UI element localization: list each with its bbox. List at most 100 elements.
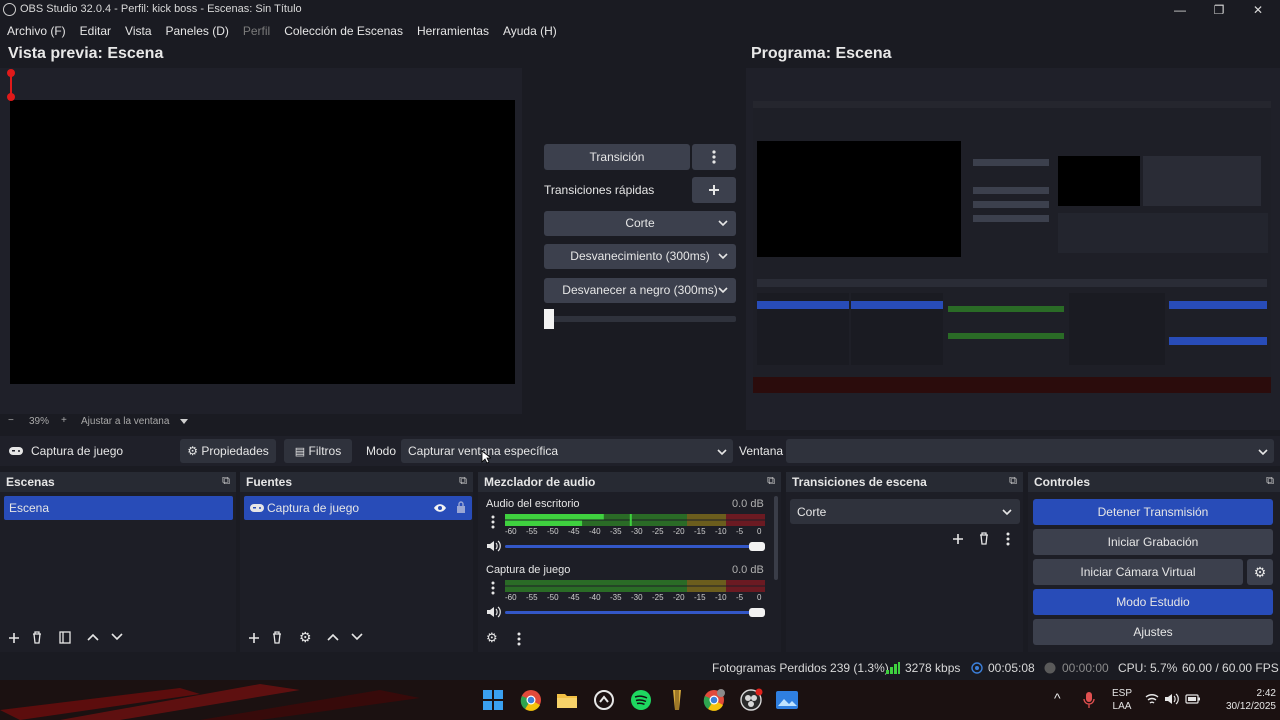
- move-up-icon[interactable]: [327, 633, 339, 641]
- close-button[interactable]: ✕: [1238, 0, 1278, 20]
- clock[interactable]: 2:42 30/12/2025: [1200, 687, 1276, 713]
- start-virtual-camera-button[interactable]: Iniciar Cámara Virtual: [1033, 559, 1243, 585]
- window-select[interactable]: [786, 439, 1274, 463]
- quick-transition-fade-black[interactable]: Desvanecer a negro (300ms): [544, 278, 736, 303]
- source-handle-icon[interactable]: [7, 93, 15, 101]
- windows-start-icon[interactable]: [481, 688, 505, 712]
- file-explorer-icon[interactable]: [555, 688, 579, 712]
- trash-icon[interactable]: [31, 631, 43, 644]
- meter-bars: [505, 514, 765, 526]
- t-bar-track[interactable]: [544, 316, 736, 322]
- undock-icon[interactable]: ⧉: [459, 475, 467, 488]
- fit-window-label[interactable]: Ajustar a la ventana: [81, 416, 169, 427]
- undock-icon[interactable]: ⧉: [1266, 475, 1274, 488]
- chrome-icon[interactable]: [519, 688, 543, 712]
- quick-transition-fade[interactable]: Desvanecimiento (300ms): [544, 244, 736, 269]
- bitrate: 3278 kbps: [905, 661, 961, 675]
- undock-icon[interactable]: ⧉: [222, 475, 230, 488]
- scene-filters-icon[interactable]: [59, 631, 71, 644]
- scene-item[interactable]: Escena: [4, 496, 233, 520]
- settings-button[interactable]: Ajustes: [1033, 619, 1273, 645]
- quick-transition-corte[interactable]: Corte: [544, 211, 736, 236]
- app-icon[interactable]: [592, 688, 616, 712]
- launcher-icon[interactable]: [665, 688, 689, 712]
- preview-title: Vista previa: Escena: [8, 45, 164, 62]
- source-item[interactable]: Captura de juego: [244, 496, 472, 520]
- speaker-icon[interactable]: [486, 539, 502, 553]
- properties-label: Propiedades: [201, 444, 269, 458]
- menu-perfil[interactable]: Perfil: [243, 20, 270, 42]
- meter-tick-label: -40: [589, 593, 601, 602]
- volume-slider-track[interactable]: [505, 545, 765, 548]
- battery-icon[interactable]: [1185, 693, 1201, 705]
- speaker-icon[interactable]: [486, 605, 502, 619]
- mode-select[interactable]: Capturar ventana específica: [401, 439, 733, 464]
- meter-tick-label: -30: [631, 527, 643, 536]
- menu-vista[interactable]: Vista: [125, 20, 151, 42]
- undock-icon[interactable]: ⧉: [1009, 475, 1017, 488]
- photos-icon[interactable]: [775, 688, 799, 712]
- microphone-icon[interactable]: [1083, 691, 1095, 709]
- add-quick-transition-button[interactable]: [692, 177, 736, 203]
- menu-paneles[interactable]: Paneles (D): [166, 20, 229, 42]
- volume-meter: [505, 580, 765, 592]
- t-bar-handle[interactable]: [544, 309, 554, 329]
- spotify-icon[interactable]: [629, 688, 653, 712]
- add-icon[interactable]: [952, 533, 964, 545]
- add-icon[interactable]: [8, 632, 20, 644]
- eye-icon[interactable]: [433, 502, 447, 514]
- tray-overflow-icon[interactable]: ^: [1054, 690, 1061, 706]
- meter-tick-label: -20: [673, 527, 685, 536]
- more-vertical-icon[interactable]: [517, 632, 521, 646]
- maximize-button[interactable]: ❐: [1199, 0, 1239, 20]
- transition-button[interactable]: Transición: [544, 144, 690, 170]
- stream-time: 00:05:08: [988, 661, 1035, 675]
- trash-icon[interactable]: [978, 532, 990, 545]
- add-icon[interactable]: [248, 632, 260, 644]
- move-up-icon[interactable]: [87, 633, 99, 641]
- zoom-in-button[interactable]: +: [61, 415, 67, 426]
- zoom-dropdown-icon[interactable]: [180, 419, 188, 424]
- preview-canvas[interactable]: [10, 100, 515, 384]
- undock-icon[interactable]: ⧉: [767, 475, 775, 488]
- menu-coleccion-escenas[interactable]: Colección de Escenas: [284, 20, 403, 42]
- meter-tick-label: -15: [694, 527, 706, 536]
- menu-ayuda[interactable]: Ayuda (H): [503, 20, 557, 42]
- scene-transitions-title: Transiciones de escena: [786, 472, 1023, 492]
- volume-slider-track[interactable]: [505, 611, 765, 614]
- menu-editar[interactable]: Editar: [80, 20, 111, 42]
- start-recording-button[interactable]: Iniciar Grabación: [1033, 529, 1273, 555]
- gear-icon[interactable]: ⚙: [299, 629, 312, 646]
- volume-icon[interactable]: [1164, 692, 1180, 706]
- chevron-down-icon: [717, 449, 727, 456]
- transition-select[interactable]: Corte: [790, 499, 1020, 524]
- filters-button[interactable]: ▤ Filtros: [284, 439, 352, 463]
- more-vertical-icon[interactable]: [491, 581, 495, 595]
- obs-taskbar-icon[interactable]: [739, 688, 763, 712]
- lock-icon[interactable]: [456, 501, 466, 514]
- input-language[interactable]: ESP LAA: [1111, 687, 1133, 713]
- menu-herramientas[interactable]: Herramientas: [417, 20, 489, 42]
- meter-zone: [726, 520, 765, 526]
- volume-slider-thumb[interactable]: [749, 608, 765, 617]
- move-down-icon[interactable]: [351, 633, 363, 641]
- volume-slider-thumb[interactable]: [749, 542, 765, 551]
- stop-streaming-button[interactable]: Detener Transmisión: [1033, 499, 1273, 525]
- minimize-button[interactable]: —: [1160, 0, 1200, 20]
- advanced-audio-icon[interactable]: ⚙: [486, 630, 498, 646]
- properties-button[interactable]: ⚙ Propiedades: [180, 439, 276, 463]
- mode-label: Modo: [366, 444, 397, 458]
- studio-mode-button[interactable]: Modo Estudio: [1033, 589, 1273, 615]
- chrome-profile-icon[interactable]: [702, 688, 726, 712]
- zoom-out-button[interactable]: −: [8, 415, 14, 426]
- more-vertical-icon[interactable]: [491, 515, 495, 529]
- trash-icon[interactable]: [271, 631, 283, 644]
- menu-archivo[interactable]: Archivo (F): [7, 20, 66, 42]
- transition-menu-button[interactable]: [692, 144, 736, 170]
- wifi-icon[interactable]: [1145, 693, 1159, 705]
- preview-area[interactable]: [0, 68, 522, 414]
- more-vertical-icon[interactable]: [1006, 532, 1010, 546]
- mixer-scrollbar[interactable]: [774, 496, 778, 580]
- virtual-camera-settings-button[interactable]: ⚙: [1247, 559, 1273, 585]
- move-down-icon[interactable]: [111, 633, 123, 641]
